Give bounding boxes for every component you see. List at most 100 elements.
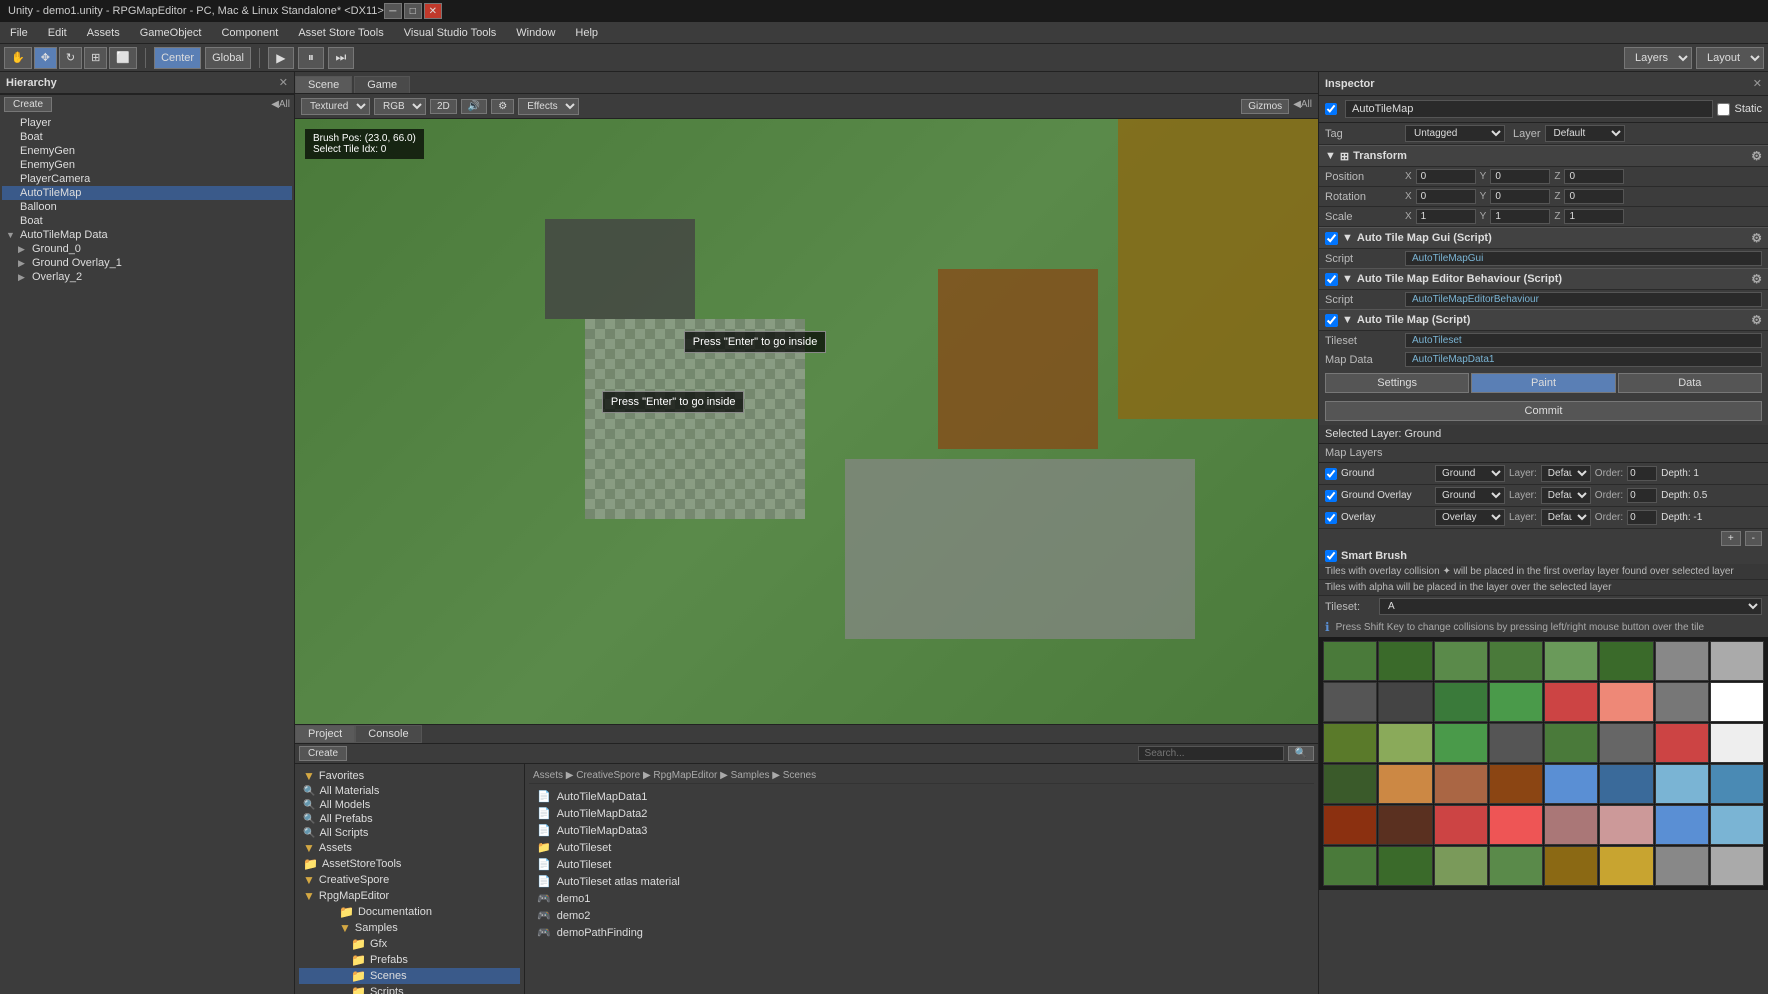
tile-palette[interactable]: [1319, 637, 1768, 994]
tag-select[interactable]: Untagged: [1405, 125, 1505, 142]
tab-project[interactable]: Project: [295, 725, 355, 743]
color-mode-select[interactable]: RGB: [374, 98, 426, 115]
rot-y-field[interactable]: [1490, 189, 1550, 204]
file-autotileset-folder[interactable]: 📁 AutoTileset: [529, 839, 1314, 856]
h-item-balloon[interactable]: Balloon: [2, 200, 292, 214]
tile-cell-21[interactable]: [1599, 723, 1653, 763]
menu-component[interactable]: Component: [211, 25, 288, 41]
h-item-enemygen2[interactable]: EnemyGen: [2, 158, 292, 172]
overlay-layer-select[interactable]: Default: [1541, 509, 1591, 526]
file-demopathfinding[interactable]: 🎮 demoPathFinding: [529, 924, 1314, 941]
layout-select[interactable]: Layout: [1696, 47, 1764, 69]
hierarchy-create-button[interactable]: Create: [4, 97, 52, 112]
project-search-input[interactable]: [1138, 746, 1284, 761]
tileset-value-select[interactable]: A: [1379, 598, 1762, 615]
favorites-folder[interactable]: ▼ Favorites: [299, 768, 520, 784]
tile-cell-45[interactable]: [1599, 846, 1653, 886]
sca-y-field[interactable]: [1490, 209, 1550, 224]
close-button[interactable]: ✕: [424, 3, 442, 19]
tile-cell-13[interactable]: [1599, 682, 1653, 722]
tile-cell-46[interactable]: [1655, 846, 1709, 886]
scripts-folder[interactable]: 📁 Scripts: [299, 984, 520, 994]
tile-cell-10[interactable]: [1434, 682, 1488, 722]
render-mode-select[interactable]: Textured: [301, 98, 370, 115]
tile-cell-20[interactable]: [1544, 723, 1598, 763]
gfx-folder[interactable]: 📁 Gfx: [299, 936, 520, 952]
documentation-folder[interactable]: 📁 Documentation: [299, 904, 520, 920]
all-models-item[interactable]: 🔍 All Models: [299, 798, 520, 812]
scenes-folder[interactable]: 📁 Scenes: [299, 968, 520, 984]
groundoverlay-layer-type-select[interactable]: Ground: [1435, 487, 1505, 504]
tile-cell-40[interactable]: [1323, 846, 1377, 886]
tile-cell-37[interactable]: [1599, 805, 1653, 845]
tile-cell-34[interactable]: [1434, 805, 1488, 845]
tile-cell-43[interactable]: [1489, 846, 1543, 886]
tile-cell-24[interactable]: [1323, 764, 1377, 804]
pos-z-field[interactable]: [1564, 169, 1624, 184]
groundoverlay-layer-select[interactable]: Default: [1541, 487, 1591, 504]
atm-checkbox[interactable]: [1325, 314, 1338, 327]
tile-cell-35[interactable]: [1489, 805, 1543, 845]
hand-tool-button[interactable]: ✋: [4, 47, 32, 69]
menu-gameobject[interactable]: GameObject: [130, 25, 212, 41]
add-layer-button[interactable]: +: [1721, 531, 1741, 546]
tile-cell-2[interactable]: [1434, 641, 1488, 681]
inspector-active-checkbox[interactable]: [1325, 103, 1337, 115]
move-tool-button[interactable]: ✥: [34, 47, 57, 69]
tile-cell-38[interactable]: [1655, 805, 1709, 845]
tile-cell-27[interactable]: [1489, 764, 1543, 804]
tile-cell-29[interactable]: [1599, 764, 1653, 804]
minimize-button[interactable]: ─: [384, 3, 402, 19]
tab-game[interactable]: Game: [354, 76, 410, 93]
effects-select[interactable]: Effects: [518, 98, 579, 115]
all-prefabs-item[interactable]: 🔍 All Prefabs: [299, 812, 520, 826]
atm-editor-gear-icon[interactable]: ⚙: [1751, 272, 1762, 286]
tile-cell-16[interactable]: [1323, 723, 1377, 763]
all-materials-item[interactable]: 🔍 All Materials: [299, 784, 520, 798]
commit-button[interactable]: Commit: [1325, 401, 1762, 421]
rect-tool-button[interactable]: ⬜: [109, 47, 137, 69]
assetstoretools-folder[interactable]: 📁 AssetStoreTools: [299, 856, 520, 872]
overlay-layer-type-select[interactable]: Overlay: [1435, 509, 1505, 526]
tile-cell-15[interactable]: [1710, 682, 1764, 722]
tab-console[interactable]: Console: [355, 725, 421, 743]
2d-button[interactable]: 2D: [430, 99, 457, 114]
audio-button[interactable]: 🔊: [461, 99, 487, 114]
tile-cell-30[interactable]: [1655, 764, 1709, 804]
rot-z-field[interactable]: [1564, 189, 1624, 204]
rotate-tool-button[interactable]: ↻: [59, 47, 82, 69]
project-create-button[interactable]: Create: [299, 746, 347, 761]
ground-layer-type-select[interactable]: Ground: [1435, 465, 1505, 482]
atm-editor-checkbox[interactable]: [1325, 273, 1338, 286]
settings-tab-button[interactable]: Settings: [1325, 373, 1469, 393]
tile-cell-19[interactable]: [1489, 723, 1543, 763]
overlay-layer-checkbox[interactable]: [1325, 512, 1337, 524]
sca-x-field[interactable]: [1416, 209, 1476, 224]
tile-cell-9[interactable]: [1378, 682, 1432, 722]
overlay-order-field[interactable]: [1627, 510, 1657, 525]
menu-assetstoretools[interactable]: Asset Store Tools: [288, 25, 393, 41]
creativespore-folder[interactable]: ▼ CreativeSpore: [299, 872, 520, 888]
tile-cell-39[interactable]: [1710, 805, 1764, 845]
layers-select[interactable]: Layers: [1624, 47, 1692, 69]
scale-tool-button[interactable]: ⊞: [84, 47, 107, 69]
tile-cell-6[interactable]: [1655, 641, 1709, 681]
h-item-ground0[interactable]: ▶ Ground_0: [2, 242, 292, 256]
menu-help[interactable]: Help: [565, 25, 608, 41]
center-button[interactable]: Center: [154, 47, 201, 69]
tile-cell-22[interactable]: [1655, 723, 1709, 763]
transform-gear-icon[interactable]: ⚙: [1751, 149, 1762, 163]
rot-x-field[interactable]: [1416, 189, 1476, 204]
tile-cell-14[interactable]: [1655, 682, 1709, 722]
play-button[interactable]: ▶: [268, 47, 294, 69]
tile-cell-26[interactable]: [1434, 764, 1488, 804]
rpgmapeditor-folder[interactable]: ▼ RpgMapEditor: [299, 888, 520, 904]
pos-x-field[interactable]: [1416, 169, 1476, 184]
tile-cell-47[interactable]: [1710, 846, 1764, 886]
file-autotilemapdata2[interactable]: 📄 AutoTileMapData2: [529, 805, 1314, 822]
tile-cell-42[interactable]: [1434, 846, 1488, 886]
all-scripts-item[interactable]: 🔍 All Scripts: [299, 826, 520, 840]
file-autotilemapdata1[interactable]: 📄 AutoTileMapData1: [529, 788, 1314, 805]
atm-gui-gear-icon[interactable]: ⚙: [1751, 231, 1762, 245]
scene-all-btn[interactable]: ◀All: [1293, 99, 1312, 114]
